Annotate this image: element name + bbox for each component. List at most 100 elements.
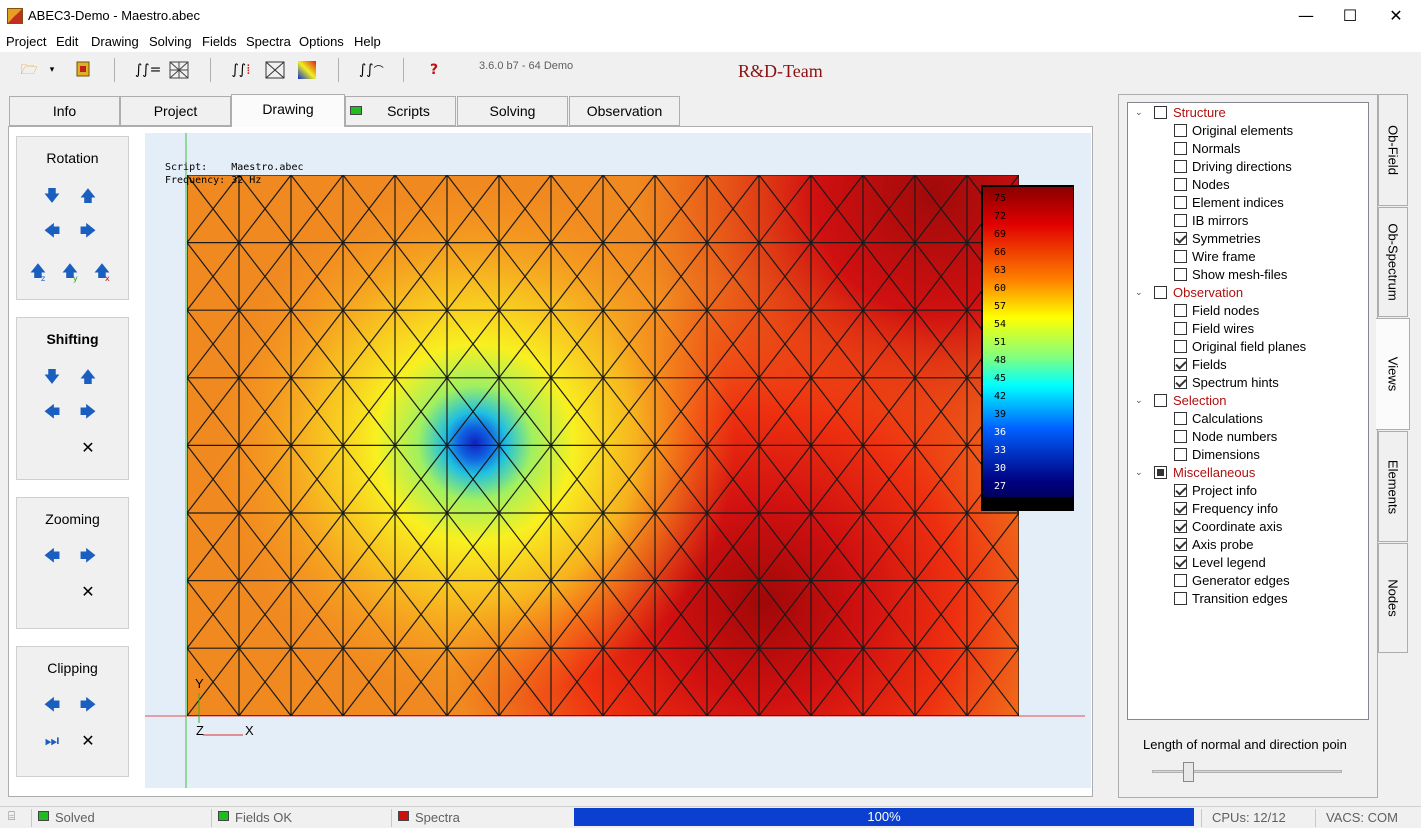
- zoom-in-button[interactable]: 🡆: [79, 547, 97, 565]
- rotate-down-button[interactable]: 🡇: [43, 187, 61, 205]
- menu-help[interactable]: Help: [354, 34, 381, 49]
- side-tab-views[interactable]: Views: [1376, 318, 1410, 430]
- tree-checkbox[interactable]: [1174, 322, 1187, 335]
- tree-checkbox[interactable]: [1154, 394, 1167, 407]
- tree-checkbox[interactable]: [1174, 412, 1187, 425]
- tab-project[interactable]: Project: [120, 96, 231, 126]
- field-plot: 75 72 69 66 63 60 57 54 51 48 45 42 39 36 33 30 27 Y Z X: [145, 133, 1085, 788]
- menu-solving[interactable]: Solving: [149, 34, 192, 49]
- side-tab-ob-spectrum[interactable]: Ob-Spectrum: [1378, 207, 1408, 317]
- tab-info[interactable]: Info: [9, 96, 120, 126]
- zoom-reset-button[interactable]: ✕: [79, 583, 97, 601]
- legend-level-3: 66: [994, 247, 1006, 258]
- tree-checkbox[interactable]: [1174, 592, 1187, 605]
- tree-checkbox[interactable]: [1174, 304, 1187, 317]
- tree-item-label: Project info: [1192, 483, 1258, 498]
- dropdown-arrow-icon[interactable]: ▾: [46, 60, 58, 80]
- legend-level-5: 60: [994, 283, 1006, 294]
- toolbar: 🗁 ▾ ∫∫= ∫∫⁞ ∫∫⌒ ?: [0, 52, 1421, 88]
- rotate-up-button[interactable]: 🡅: [79, 187, 97, 205]
- tab-drawing-label: Drawing: [262, 101, 314, 117]
- tree-checkbox[interactable]: [1174, 178, 1187, 191]
- tab-scripts[interactable]: Scripts: [345, 96, 456, 126]
- tab-drawing[interactable]: Drawing: [231, 94, 345, 127]
- tree-item-label: Element indices: [1192, 195, 1284, 210]
- expand-toggle-icon[interactable]: ⌄: [1135, 392, 1145, 410]
- menu-drawing[interactable]: Drawing: [91, 34, 139, 49]
- clip-left-button[interactable]: 🡄: [43, 696, 61, 714]
- maximize-button[interactable]: ☐: [1327, 0, 1373, 32]
- tab-observation[interactable]: Observation: [569, 96, 680, 126]
- integral-fields-icon[interactable]: ∫∫⁞: [230, 60, 252, 80]
- expand-toggle-icon[interactable]: ⌄: [1135, 464, 1145, 482]
- title-bar: ABEC3-Demo - Maestro.abec — ☐ ✕: [0, 0, 1421, 32]
- open-folder-icon[interactable]: 🗁: [18, 60, 40, 80]
- shift-reset-button[interactable]: ✕: [79, 439, 97, 457]
- side-tab-ob-field[interactable]: Ob-Field: [1378, 94, 1408, 206]
- tree-checkbox[interactable]: [1174, 142, 1187, 155]
- tree-checkbox[interactable]: [1174, 340, 1187, 353]
- rotate-y-button[interactable]: 🡅 y: [61, 262, 79, 284]
- expand-toggle-icon[interactable]: ⌄: [1135, 284, 1145, 302]
- tree-checkbox[interactable]: [1174, 538, 1187, 551]
- integral-solve-icon[interactable]: ∫∫=: [135, 60, 161, 80]
- tree-item-label: Generator edges: [1192, 573, 1290, 588]
- side-tab-elements[interactable]: Elements: [1378, 431, 1408, 542]
- shifting-title: Shifting: [46, 331, 99, 347]
- close-button[interactable]: ✕: [1373, 0, 1419, 32]
- menu-fields[interactable]: Fields: [202, 34, 237, 49]
- tree-checkbox[interactable]: [1174, 520, 1187, 533]
- tree-checkbox[interactable]: [1174, 556, 1187, 569]
- side-tab-nodes[interactable]: Nodes: [1378, 543, 1408, 653]
- shift-down-button[interactable]: 🡇: [43, 368, 61, 386]
- tree-checkbox[interactable]: [1174, 268, 1187, 281]
- tree-checkbox[interactable]: [1174, 484, 1187, 497]
- tab-solving[interactable]: Solving: [457, 96, 568, 126]
- clip-reset-button[interactable]: ✕: [79, 732, 97, 750]
- tree-checkbox[interactable]: [1174, 430, 1187, 443]
- tree-item-label: Selection: [1173, 393, 1227, 408]
- zoom-out-button[interactable]: 🡄: [43, 547, 61, 565]
- menu-project[interactable]: Project: [6, 34, 46, 49]
- rotate-left-button[interactable]: 🡄: [43, 222, 61, 240]
- tree-checkbox[interactable]: [1154, 106, 1167, 119]
- field-view-canvas[interactable]: 75 72 69 66 63 60 57 54 51 48 45 42 39 36 33 30 27 Y Z X: [145, 133, 1091, 788]
- shift-left-button[interactable]: 🡄: [43, 403, 61, 421]
- menu-edit[interactable]: Edit: [56, 34, 78, 49]
- tree-checkbox[interactable]: [1174, 358, 1187, 371]
- tree-checkbox[interactable]: [1174, 250, 1187, 263]
- rotate-right-button[interactable]: 🡆: [79, 222, 97, 240]
- tree-checkbox[interactable]: [1174, 232, 1187, 245]
- help-icon[interactable]: ?: [423, 60, 445, 80]
- tree-checkbox[interactable]: [1174, 124, 1187, 137]
- minimize-button[interactable]: —: [1283, 0, 1329, 32]
- menu-options[interactable]: Options: [299, 34, 344, 49]
- save-project-icon[interactable]: [72, 60, 94, 80]
- tree-checkbox[interactable]: [1174, 448, 1187, 461]
- rotate-x-button[interactable]: 🡅 x: [93, 262, 111, 284]
- mesh-grid-icon[interactable]: [168, 60, 190, 80]
- shift-right-button[interactable]: 🡆: [79, 403, 97, 421]
- field-mesh-icon[interactable]: [264, 60, 286, 80]
- tree-checkbox[interactable]: [1174, 196, 1187, 209]
- integral-spectra-icon[interactable]: ∫∫⌒: [359, 60, 384, 80]
- clip-step-button[interactable]: ⏭: [43, 732, 61, 750]
- tree-checkbox[interactable]: [1174, 214, 1187, 227]
- color-map-icon[interactable]: [296, 60, 318, 80]
- tree-checkbox[interactable]: [1154, 466, 1167, 479]
- shift-up-button[interactable]: 🡅: [79, 368, 97, 386]
- tree-item-label: Symmetries: [1192, 231, 1261, 246]
- normal-length-slider-thumb[interactable]: [1183, 762, 1194, 782]
- legend-level-8: 51: [994, 337, 1006, 348]
- tree-item-label: Structure: [1173, 105, 1226, 120]
- tree-checkbox[interactable]: [1174, 376, 1187, 389]
- tree-checkbox[interactable]: [1154, 286, 1167, 299]
- tree-checkbox[interactable]: [1174, 160, 1187, 173]
- tree-checkbox[interactable]: [1174, 574, 1187, 587]
- normal-length-slider-track[interactable]: [1152, 770, 1342, 773]
- clip-right-button[interactable]: 🡆: [79, 696, 97, 714]
- menu-spectra[interactable]: Spectra: [246, 34, 291, 49]
- rotate-z-button[interactable]: 🡅 z: [29, 262, 47, 284]
- tree-checkbox[interactable]: [1174, 502, 1187, 515]
- expand-toggle-icon[interactable]: ⌄: [1135, 104, 1145, 122]
